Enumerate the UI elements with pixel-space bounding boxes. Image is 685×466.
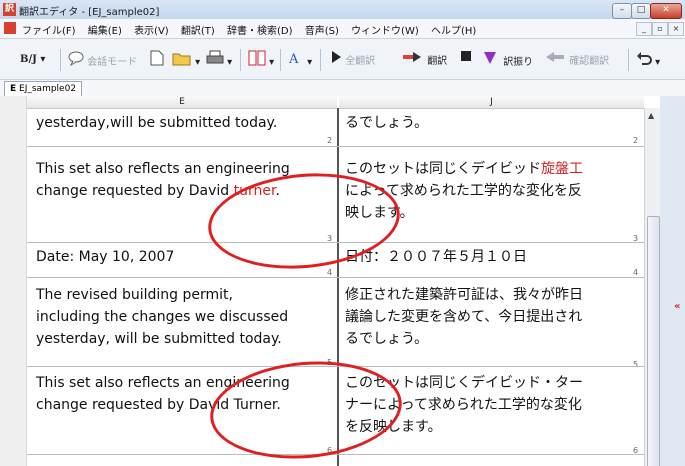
menu-audio[interactable]: 音声(S) [305,26,339,37]
translation-line[interactable]: 修正された建築許可証は、我々が昨日 [345,284,583,306]
side-panel: « [660,96,685,466]
vertical-scrollbar[interactable]: ▲ [644,108,661,466]
conversation-mode-label: 会話モード [87,57,138,68]
document-icon [4,22,16,34]
minimize-icon: – [619,5,625,15]
column-header-english[interactable]: E [27,96,337,109]
row-number: 4 [633,268,639,277]
stop-icon [460,50,472,70]
row-divider [27,277,644,278]
confirm-translate-label: 確認翻訳 [569,56,610,67]
new-document-button[interactable] [150,50,164,70]
source-line[interactable]: yesterday, will be submitted today. [36,328,282,350]
translation-line[interactable]: このセットは同じくデイビッド旋盤工 [345,158,583,180]
menu-file[interactable]: ファイル(F) [22,26,76,37]
translation-grid: E J yesterday,will be submitted today. る… [0,96,685,466]
folder-icon [172,50,192,74]
source-text: change requested by David [36,183,234,199]
source-line[interactable]: including the changes we discussed [36,306,288,328]
scroll-up-icon[interactable]: ▲ [648,111,654,120]
translation-line[interactable]: るでしょう。 [345,328,428,350]
source-line[interactable]: Date: May 10, 2007 [36,246,174,268]
row-divider [27,146,644,147]
menu-dictionary[interactable]: 辞書・検索(D) [227,26,293,37]
collapse-panel-icon[interactable]: « [674,301,680,312]
translation-line[interactable]: るでしょう。 [345,112,428,134]
column-header-japanese[interactable]: J [339,96,644,109]
open-button[interactable]: ▾ [172,50,200,70]
row-number: 4 [327,268,333,277]
new-file-icon [150,50,164,74]
assign-icon [482,50,500,74]
printer-icon [206,50,224,74]
minimize-button[interactable]: – [612,3,632,19]
toolbar: B/J ▾ 会話モード ▾ ▾ ▾ A ▾ 全翻訳 翻訳 訳振り 確認翻訳 ▾ [0,39,685,80]
maximize-icon: □ [636,5,646,15]
translate-all-label: 全翻訳 [345,56,376,67]
layout-button[interactable]: ▾ [248,50,274,70]
close-icon: ✕ [662,5,670,15]
translate-label: 翻訳 [427,56,448,67]
source-line[interactable]: yesterday,will be submitted today. [36,112,277,134]
menu-translate[interactable]: 翻訳(T) [181,26,215,37]
columns-icon [248,50,266,74]
toolbar-separator [280,49,281,71]
title-bar: 訳 翻訳エディタ - [EJ_sample02] – □ ✕ [0,0,685,19]
menu-help[interactable]: ヘルプ(H) [431,26,476,37]
mdi-close-button[interactable]: × [668,22,684,36]
row-number: 5 [633,360,639,369]
translate-all-button[interactable]: 全翻訳 [330,50,375,70]
toolbar-separator [60,49,61,71]
source-line[interactable]: This set also reflects an engineering [36,158,290,180]
highlight-circle [206,353,406,466]
close-button[interactable]: ✕ [650,3,682,19]
menu-bar: ファイル(F) 編集(E) 表示(V) 翻訳(T) 辞書・検索(D) 音声(S)… [0,19,685,39]
mdi-restore-button[interactable]: ▫ [652,22,668,36]
toolbar-separator [320,49,321,71]
mode-selector[interactable]: B/J ▾ [20,50,45,70]
translation-line[interactable]: 議論した変更を含めて、今日提出され [345,306,582,328]
stop-button[interactable] [460,50,472,70]
translate-arrow-icon [402,50,424,72]
svg-text:A: A [288,52,299,66]
font-size-icon: A [288,50,304,74]
tab-ej-sample02[interactable]: E EJ_sample02 [4,81,83,96]
toolbar-separator [240,49,241,71]
window-title: 翻訳エディタ - [EJ_sample02] [19,7,160,18]
mistranslated-term: 旋盤工 [541,161,583,177]
document-tabs: E EJ_sample02 [0,80,685,96]
source-line[interactable]: The revised building permit, [36,284,233,306]
print-button[interactable]: ▾ [206,50,232,70]
menu-view[interactable]: 表示(V) [134,26,169,37]
undo-icon [636,50,652,74]
tab-label: EJ_sample02 [19,84,77,94]
conversation-mode-button[interactable]: 会話モード [68,50,137,70]
row-number: 2 [327,136,333,145]
confirm-translate-icon [544,50,566,72]
speech-bubble-icon [68,50,84,74]
confirm-translate-button[interactable]: 確認翻訳 [544,50,609,70]
undo-button[interactable]: ▾ [636,50,660,70]
mdi-minimize-button[interactable]: _ [636,22,652,36]
row-divider [27,454,644,455]
translation-text: このセットは同じくデイビッド [345,161,541,177]
menu-items: ファイル(F) 編集(E) 表示(V) 翻訳(T) 辞書・検索(D) 音声(S)… [22,22,485,37]
toolbar-separator [628,49,629,71]
assign-button[interactable]: 訳振り [482,50,533,70]
scrollbar-thumb[interactable] [647,216,660,466]
font-button[interactable]: A ▾ [288,50,312,70]
maximize-button[interactable]: □ [631,3,651,19]
menu-window[interactable]: ウィンドウ(W) [351,26,419,37]
app-icon: 訳 [3,3,16,16]
assign-label: 訳振り [503,57,534,68]
mode-label: B/J [20,54,37,65]
app-window: 訳 翻訳エディタ - [EJ_sample02] – □ ✕ ファイル(F) 編… [0,0,685,466]
row-number: 2 [633,136,639,145]
row-gutter [0,96,27,466]
play-icon [330,50,342,72]
menu-edit[interactable]: 編集(E) [88,26,122,37]
translate-button[interactable]: 翻訳 [402,50,447,70]
